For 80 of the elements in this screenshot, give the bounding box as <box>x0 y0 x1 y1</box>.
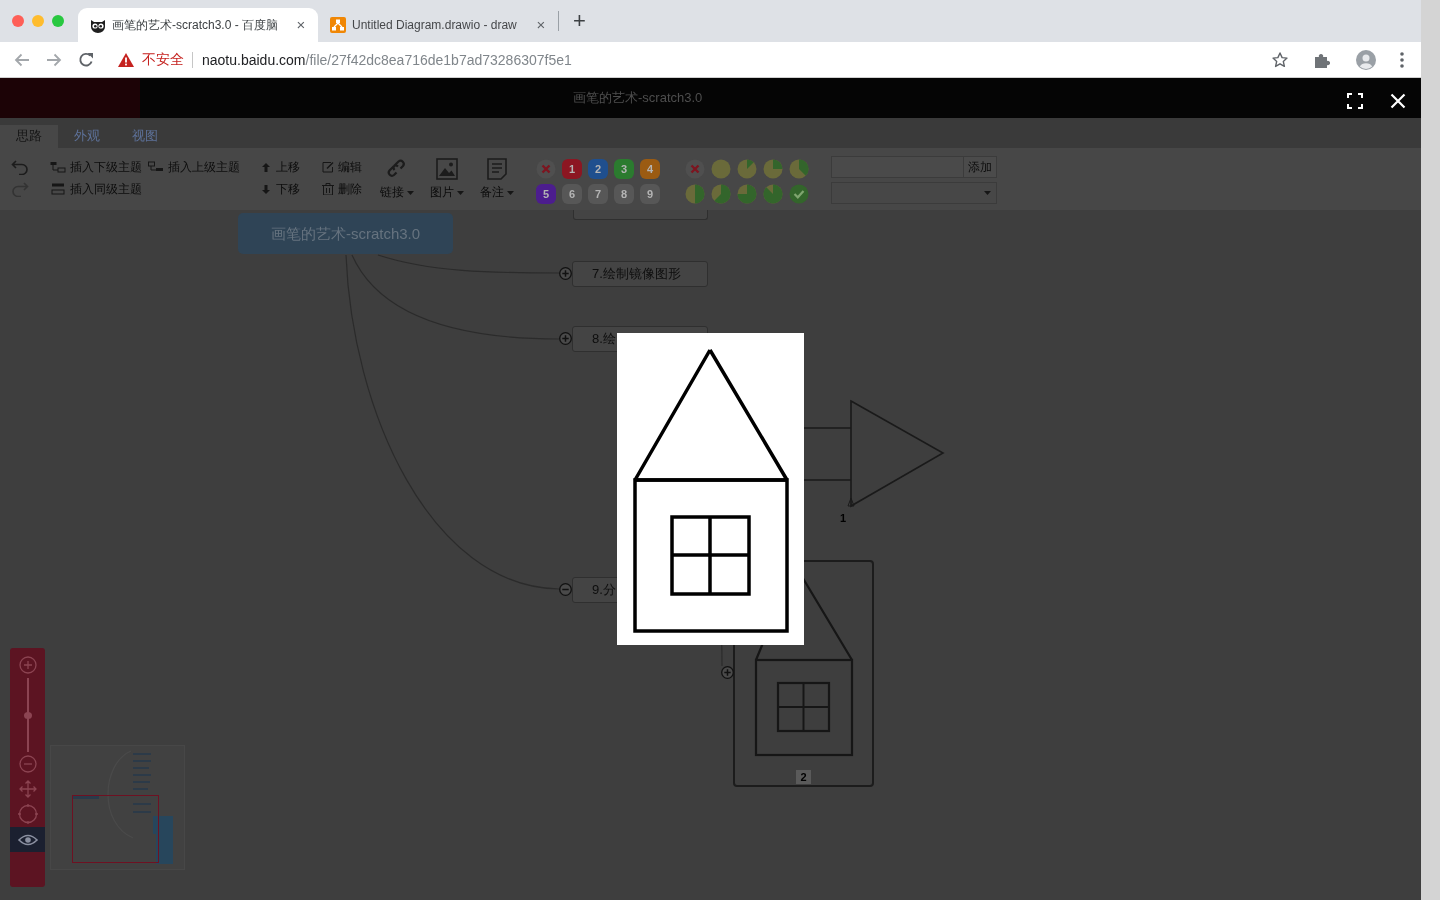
move-icon[interactable] <box>18 780 37 798</box>
pie-icon[interactable] <box>763 184 783 204</box>
image-icon <box>436 158 458 180</box>
menu-icon[interactable] <box>1400 51 1404 68</box>
caret-icon <box>407 190 414 195</box>
navigator-button[interactable] <box>10 827 45 852</box>
caret-icon <box>457 190 464 195</box>
plus-circle-icon[interactable] <box>559 267 572 280</box>
pie-icon[interactable] <box>685 184 705 204</box>
priority-button[interactable]: 2 <box>588 159 608 179</box>
topic-node[interactable] <box>573 210 708 220</box>
tag-dropdown[interactable] <box>831 182 997 204</box>
zoom-out-icon[interactable] <box>18 755 37 773</box>
caret-icon <box>507 190 514 195</box>
hierarchy-icon <box>50 183 66 195</box>
url-text: naotu.baidu.com/file/27f42dc8ea716de1b7ad73286307f5e1 <box>202 51 572 68</box>
link-icon <box>386 158 408 180</box>
puzzle-icon[interactable] <box>1314 51 1330 68</box>
plus-circle-icon[interactable] <box>721 666 734 679</box>
browser-tab[interactable]: 画笔的艺术-scratch3.0 - 百度脑 × <box>78 8 318 42</box>
crosshair-icon[interactable] <box>17 804 38 824</box>
picture-caption: 2 <box>796 770 811 784</box>
priority-button[interactable]: 3 <box>614 159 634 179</box>
address-bar[interactable]: 不安全 naotu.baidu.com/file/27f42dc8ea716de1b7ad73286307f5e1 <box>110 45 1298 74</box>
remove-progress-icon[interactable] <box>685 159 705 179</box>
plus-circle-icon[interactable] <box>559 332 572 345</box>
owl-icon <box>90 17 106 33</box>
zoom-in-icon[interactable] <box>18 656 37 674</box>
check-circle-icon[interactable] <box>789 184 809 204</box>
hierarchy-icon <box>50 161 66 173</box>
fullscreen-icon[interactable] <box>1347 93 1363 109</box>
window-close-button[interactable] <box>12 15 24 27</box>
security-label[interactable]: 不安全 <box>142 50 184 69</box>
browser-tab[interactable]: Untitled Diagram.drawio - draw × <box>318 8 558 42</box>
minus-circle-icon[interactable] <box>559 583 572 596</box>
warning-icon <box>118 52 134 67</box>
slider-thumb[interactable] <box>23 711 32 719</box>
priority-button[interactable]: 5 <box>536 184 556 204</box>
priority-button[interactable]: 6 <box>562 184 582 204</box>
down-arrow-icon <box>262 184 270 194</box>
pie-icon[interactable] <box>711 159 731 179</box>
priority-button[interactable]: 8 <box>614 184 634 204</box>
ribbon-tab[interactable]: 视图 <box>116 125 174 148</box>
viewport-frame[interactable] <box>72 795 159 863</box>
up-arrow-icon <box>262 162 270 172</box>
avatar-icon[interactable] <box>1356 49 1376 70</box>
window-minimize-button[interactable] <box>32 15 44 27</box>
window-zoom-button[interactable] <box>52 15 64 27</box>
trash-icon <box>322 183 334 195</box>
link-button[interactable]: 链接 <box>378 158 416 201</box>
document-title: 画笔的艺术-scratch3.0 <box>573 89 703 107</box>
ribbon-tab[interactable]: 外观 <box>58 125 116 148</box>
diagram-icon <box>330 17 346 33</box>
pie-icon[interactable] <box>737 159 757 179</box>
tab-close-button[interactable]: × <box>534 17 548 33</box>
star-icon[interactable] <box>1272 51 1288 68</box>
hierarchy-icon <box>148 161 164 173</box>
pie-icon[interactable] <box>737 184 757 204</box>
edit-icon <box>322 161 334 173</box>
caret-icon <box>984 191 991 195</box>
priority-button[interactable]: 4 <box>640 159 660 179</box>
forward-icon[interactable] <box>46 51 62 68</box>
priority-button[interactable]: 1 <box>562 159 582 179</box>
picture-caption: 1 <box>840 512 847 524</box>
reload-icon[interactable] <box>78 51 94 68</box>
remove-priority-icon[interactable] <box>536 159 556 179</box>
back-icon[interactable] <box>14 51 30 68</box>
pie-icon[interactable] <box>763 159 783 179</box>
pie-icon[interactable] <box>789 159 809 179</box>
close-icon[interactable] <box>1390 93 1406 109</box>
image-button[interactable]: 图片 <box>428 158 466 201</box>
undo-icon[interactable] <box>11 159 29 175</box>
priority-button[interactable]: 7 <box>588 184 608 204</box>
priority-button[interactable]: 9 <box>640 184 660 204</box>
move-down-button[interactable]: 下移 <box>262 181 300 197</box>
pie-icon[interactable] <box>711 184 731 204</box>
eye-icon <box>17 833 38 846</box>
tab-close-button[interactable]: × <box>294 17 308 33</box>
new-tab-button[interactable]: + <box>573 10 586 32</box>
note-icon <box>486 158 508 180</box>
